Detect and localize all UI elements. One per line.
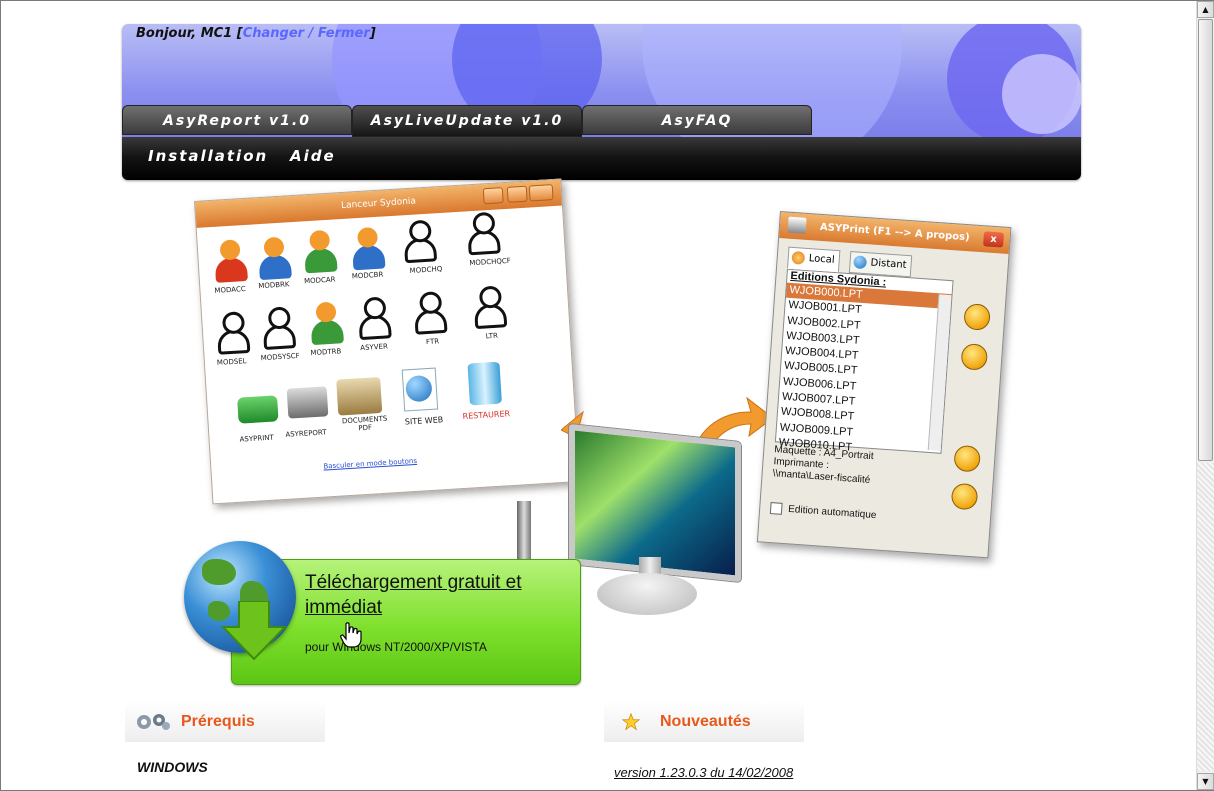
module-label: MODCBR: [351, 270, 384, 281]
news-title: Nouveautés: [660, 713, 751, 730]
tool-label: ASYPRINT: [239, 433, 275, 444]
maximize-icon: [506, 185, 528, 203]
web-page-icon: [401, 367, 439, 412]
module-label: MODSEL: [216, 357, 247, 367]
tab-local: Local: [786, 246, 841, 273]
refresh-icon: [960, 343, 989, 371]
close-icon: x: [983, 231, 1005, 248]
download-arrow-icon: [220, 601, 288, 661]
user-outline-icon: [409, 289, 452, 337]
launcher-title: Lanceur Sydonia: [340, 196, 417, 212]
printer-icon: [237, 395, 279, 424]
switch-mode-link: Basculer en mode boutons: [323, 456, 418, 471]
user-outline-icon: [353, 294, 396, 342]
trash-icon: [953, 444, 982, 473]
database-icon: [467, 361, 502, 406]
book-icon: [336, 376, 383, 416]
tab-local-label: Local: [808, 253, 835, 266]
vertical-scrollbar[interactable]: ▲ ▼: [1196, 1, 1214, 790]
prerequisites-section: Prérequis: [125, 701, 325, 742]
user-icon: [209, 237, 252, 285]
print-jobs-list: Editions Sydonia : WJOB000.LPT WJOB001.L…: [774, 268, 954, 454]
user-outline-icon: [462, 209, 505, 257]
module-label: MODTRB: [310, 347, 342, 358]
monitor-stand: [597, 573, 697, 615]
greeting-bracket: ]: [369, 26, 376, 41]
gears-icon: [137, 714, 170, 730]
module-label: MODSYSCF: [260, 351, 300, 363]
user-icon: [253, 234, 296, 282]
product-tabs: AsyReport v1.0 AsyLiveUpdate v1.0 AsyFAQ: [122, 105, 1081, 137]
os-label: WINDOWS: [137, 759, 208, 775]
tab-asyfaq[interactable]: AsyFAQ: [582, 105, 812, 135]
asyprint-tabs: Local Distant: [786, 246, 913, 278]
user-outline-icon: [258, 304, 301, 352]
user-outline-icon: [469, 283, 512, 331]
asyprint-title: ASYPrint (F1 --> A propos): [819, 221, 970, 244]
nav-installation[interactable]: Installation: [148, 147, 268, 165]
home-icon: [791, 250, 806, 265]
module-label: MODACC: [214, 285, 246, 295]
module-label: FTR: [425, 337, 440, 347]
prerequisites-title: Prérequis: [181, 713, 255, 730]
module-label: LTR: [485, 331, 499, 341]
tool-label: ASYREPORT: [285, 428, 327, 439]
checkbox-label: Edition automatique: [787, 503, 877, 522]
link-separator: /: [304, 26, 318, 41]
tab-distant-label: Distant: [870, 257, 907, 271]
print-icon: [950, 482, 979, 511]
change-user-link[interactable]: Changer: [243, 26, 304, 41]
user-icon: [347, 224, 390, 272]
version-link[interactable]: version 1.23.0.3 du 14/02/2008: [614, 765, 793, 780]
module-label: ASYVER: [360, 342, 389, 353]
nav-aide[interactable]: Aide: [290, 147, 336, 165]
module-label: MODCHQ: [409, 264, 443, 275]
minimize-icon: [482, 187, 504, 205]
module-label: MODCAR: [303, 275, 336, 286]
tab-asyliveupdate[interactable]: AsyLiveUpdate v1.0: [352, 105, 582, 137]
sub-navigation: Installation Aide: [122, 137, 1081, 180]
scroll-track[interactable]: [1197, 463, 1214, 771]
page-content: Bonjour, MC1 [Changer / Fermer] AsyRepor…: [1, 1, 1196, 790]
checkbox-icon: [769, 502, 783, 515]
printer-icon: [787, 216, 807, 234]
download-link[interactable]: Téléchargement gratuit et immédiat: [305, 570, 575, 620]
site-header: Bonjour, MC1 [Changer / Fermer] AsyRepor…: [122, 24, 1081, 180]
user-outline-icon: [399, 217, 442, 265]
module-label: MODBRK: [258, 280, 290, 291]
asyprint-window-screenshot: ASYPrint (F1 --> A propos) x Local Dista…: [756, 211, 1012, 559]
scroll-up-icon[interactable]: ▲: [1197, 1, 1214, 18]
scroll-thumb[interactable]: [1198, 19, 1213, 461]
tool-label: RESTAURER: [462, 409, 511, 421]
logout-link[interactable]: Fermer: [318, 26, 370, 41]
auto-edition-checkbox: Edition automatique: [769, 502, 877, 522]
user-icon: [299, 227, 342, 275]
hand-cursor-icon: [340, 622, 362, 648]
user-outline-icon: [212, 309, 255, 357]
download-platforms: pour Windows NT/2000/XP/VISTA: [305, 640, 487, 654]
globe-icon: [853, 255, 868, 270]
tool-label: DOCUMENTS PDF: [341, 414, 388, 433]
launcher-window-screenshot: Lanceur Sydonia MODACC MODBRK MODCAR MOD…: [194, 178, 580, 505]
tool-label: SITE WEB: [404, 415, 444, 427]
report-printer-icon: [286, 386, 329, 419]
launcher-titlebar: Lanceur Sydonia: [195, 179, 562, 228]
close-icon: [528, 184, 554, 202]
news-section: Nouveautés: [604, 701, 804, 742]
greeting-text: Bonjour, MC1 [: [136, 26, 243, 41]
tab-asyreport[interactable]: AsyReport v1.0: [122, 105, 352, 135]
search-icon: [963, 303, 991, 331]
user-greeting: Bonjour, MC1 [Changer / Fermer]: [136, 26, 376, 41]
user-icon: [305, 299, 348, 347]
module-label: MODCHQCF: [469, 256, 511, 268]
star-icon: [622, 713, 640, 731]
printer-info: Maquette : A4_Portrait Imprimante : \\ma…: [772, 444, 874, 487]
scroll-down-icon[interactable]: ▼: [1197, 773, 1214, 790]
